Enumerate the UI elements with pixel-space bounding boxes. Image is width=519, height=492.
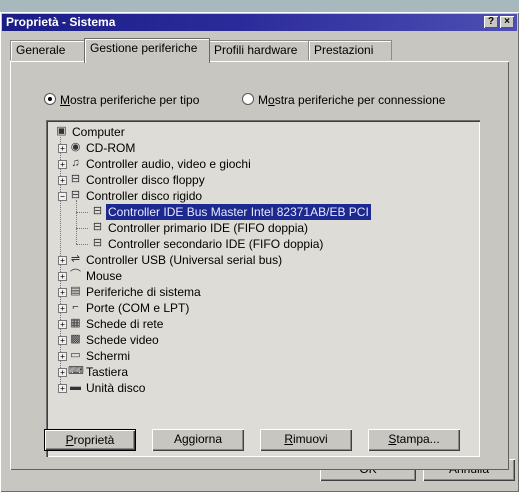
- expand-toggle[interactable]: +: [58, 160, 67, 169]
- expand-toggle[interactable]: +: [58, 288, 67, 297]
- tree-item[interactable]: + ▦ Schede di rete: [46, 316, 466, 332]
- floppy-controller-icon: ⊟: [70, 173, 81, 185]
- tree-item[interactable]: + ▩ Schede video: [46, 332, 466, 348]
- tree-item-label: Controller USB (Universal serial bus): [86, 253, 283, 267]
- title-bar[interactable]: Proprietà - Sistema ? ×: [2, 14, 517, 31]
- tree-item[interactable]: + ⌨ Tastiera: [46, 364, 466, 380]
- close-button[interactable]: ×: [500, 16, 514, 28]
- remove-button[interactable]: Rimuovi: [260, 429, 352, 451]
- tree-item[interactable]: + ⌒ Mouse: [46, 268, 466, 284]
- expand-toggle[interactable]: +: [58, 272, 67, 281]
- expand-toggle[interactable]: +: [58, 320, 67, 329]
- device-manager-page: Mostra periferiche per tipo Mostra perif…: [10, 61, 509, 470]
- tree-item-label: Controller disco rigido: [86, 189, 203, 203]
- expand-toggle[interactable]: +: [58, 368, 67, 377]
- tree-item[interactable]: + ⌐ Porte (COM e LPT): [46, 300, 466, 316]
- print-button[interactable]: Stampa...: [368, 429, 460, 451]
- system-properties-window: Proprietà - Sistema ? × Generale Gestion…: [0, 12, 519, 492]
- expand-toggle[interactable]: +: [58, 176, 67, 185]
- tree-item-label: Mouse: [86, 269, 123, 283]
- tree-item-label: Controller audio, video e giochi: [86, 157, 251, 171]
- tree-root-computer-label: Computer: [72, 125, 125, 139]
- tree-item[interactable]: − ⊟ Controller disco rigido: [46, 188, 466, 204]
- tree-item[interactable]: + ♫ Controller audio, video e giochi: [46, 156, 466, 172]
- video-card-icon: ▩: [70, 333, 81, 345]
- tree-item[interactable]: + ▬ Unità disco: [46, 380, 466, 396]
- properties-button[interactable]: Proprietà: [44, 429, 136, 451]
- tree-item-label: Tastiera: [86, 365, 129, 379]
- expand-toggle[interactable]: +: [58, 352, 67, 361]
- tree-item[interactable]: + ⊟ Controller disco floppy: [46, 172, 466, 188]
- tree-child-item[interactable]: ⊟ Controller primario IDE (FIFO doppia): [46, 220, 466, 236]
- tree-item-label: Controller disco floppy: [86, 173, 205, 187]
- view-by-type-radio[interactable]: [44, 93, 56, 105]
- disk-drive-icon: ▬: [70, 381, 81, 393]
- collapse-toggle[interactable]: −: [58, 192, 67, 201]
- refresh-button[interactable]: Aggiorna: [152, 429, 244, 451]
- ports-icon: ⌐: [72, 301, 79, 313]
- view-by-connection-radio[interactable]: [242, 93, 254, 105]
- audio-video-controller-icon: ♫: [71, 157, 80, 169]
- expand-toggle[interactable]: +: [58, 144, 67, 153]
- tree-connector: [76, 200, 77, 244]
- tree-root-computer[interactable]: ▣ Computer: [46, 124, 466, 140]
- tree-item-selected-label: Controller IDE Bus Master Intel 82371AB/…: [105, 203, 372, 221]
- monitor-icon: ▭: [70, 349, 81, 361]
- expand-toggle[interactable]: +: [58, 384, 67, 393]
- expand-toggle[interactable]: +: [58, 256, 67, 265]
- ide-controller-icon: ⊟: [92, 237, 103, 249]
- computer-icon: ▣: [56, 125, 67, 137]
- tree-child-item-label: Controller secondario IDE (FIFO doppia): [108, 237, 324, 251]
- tree-item-label: Schermi: [86, 349, 131, 363]
- tree-item[interactable]: + ▭ Schermi: [46, 348, 466, 364]
- view-by-type-option[interactable]: Mostra periferiche per tipo: [44, 93, 199, 107]
- tree-item-label: Unità disco: [86, 381, 146, 395]
- tree-item-label: Porte (COM e LPT): [86, 301, 190, 315]
- system-devices-icon: ▤: [70, 285, 81, 297]
- network-card-icon: ▦: [70, 317, 81, 329]
- help-button[interactable]: ?: [484, 16, 498, 28]
- tab-profili-hardware[interactable]: Profili hardware: [208, 40, 310, 60]
- ide-controller-icon: ⊟: [92, 221, 103, 233]
- tree-child-item-label: Controller primario IDE (FIFO doppia): [108, 221, 309, 235]
- tab-gestione-periferiche[interactable]: Gestione periferiche: [84, 38, 210, 63]
- tree-item[interactable]: + ▤ Periferiche di sistema: [46, 284, 466, 300]
- usb-icon: ⇌: [70, 253, 81, 265]
- tree-item[interactable]: + ◉ CD-ROM: [46, 140, 466, 156]
- tree-child-item[interactable]: ⊟ Controller secondario IDE (FIFO doppia): [46, 236, 466, 252]
- tree-item-label: Schede di rete: [86, 317, 164, 331]
- expand-toggle[interactable]: +: [58, 304, 67, 313]
- tree-item-selected[interactable]: ⊟ Controller IDE Bus Master Intel 82371AB…: [46, 203, 466, 221]
- view-by-connection-option[interactable]: Mostra periferiche per connessione: [242, 93, 445, 107]
- cdrom-icon: ◉: [70, 141, 81, 153]
- tree-item-label: Periferiche di sistema: [86, 285, 201, 299]
- device-tree[interactable]: ▣ Computer + ◉ CD-ROM + ♫ Controller audio, vid…: [46, 120, 480, 457]
- mouse-icon: ⌒: [70, 269, 81, 281]
- tree-item-label: Schede video: [86, 333, 159, 347]
- tab-generale[interactable]: Generale: [10, 40, 86, 60]
- tree-item[interactable]: + ⇌ Controller USB (Universal serial bus): [46, 252, 466, 268]
- keyboard-icon: ⌨: [68, 365, 84, 377]
- tab-prestazioni[interactable]: Prestazioni: [308, 40, 392, 60]
- ide-controller-icon: ⊟: [92, 205, 103, 217]
- expand-toggle[interactable]: +: [58, 336, 67, 345]
- tree-item-label: CD-ROM: [86, 141, 136, 155]
- window-title: Proprietà - Sistema: [6, 15, 116, 29]
